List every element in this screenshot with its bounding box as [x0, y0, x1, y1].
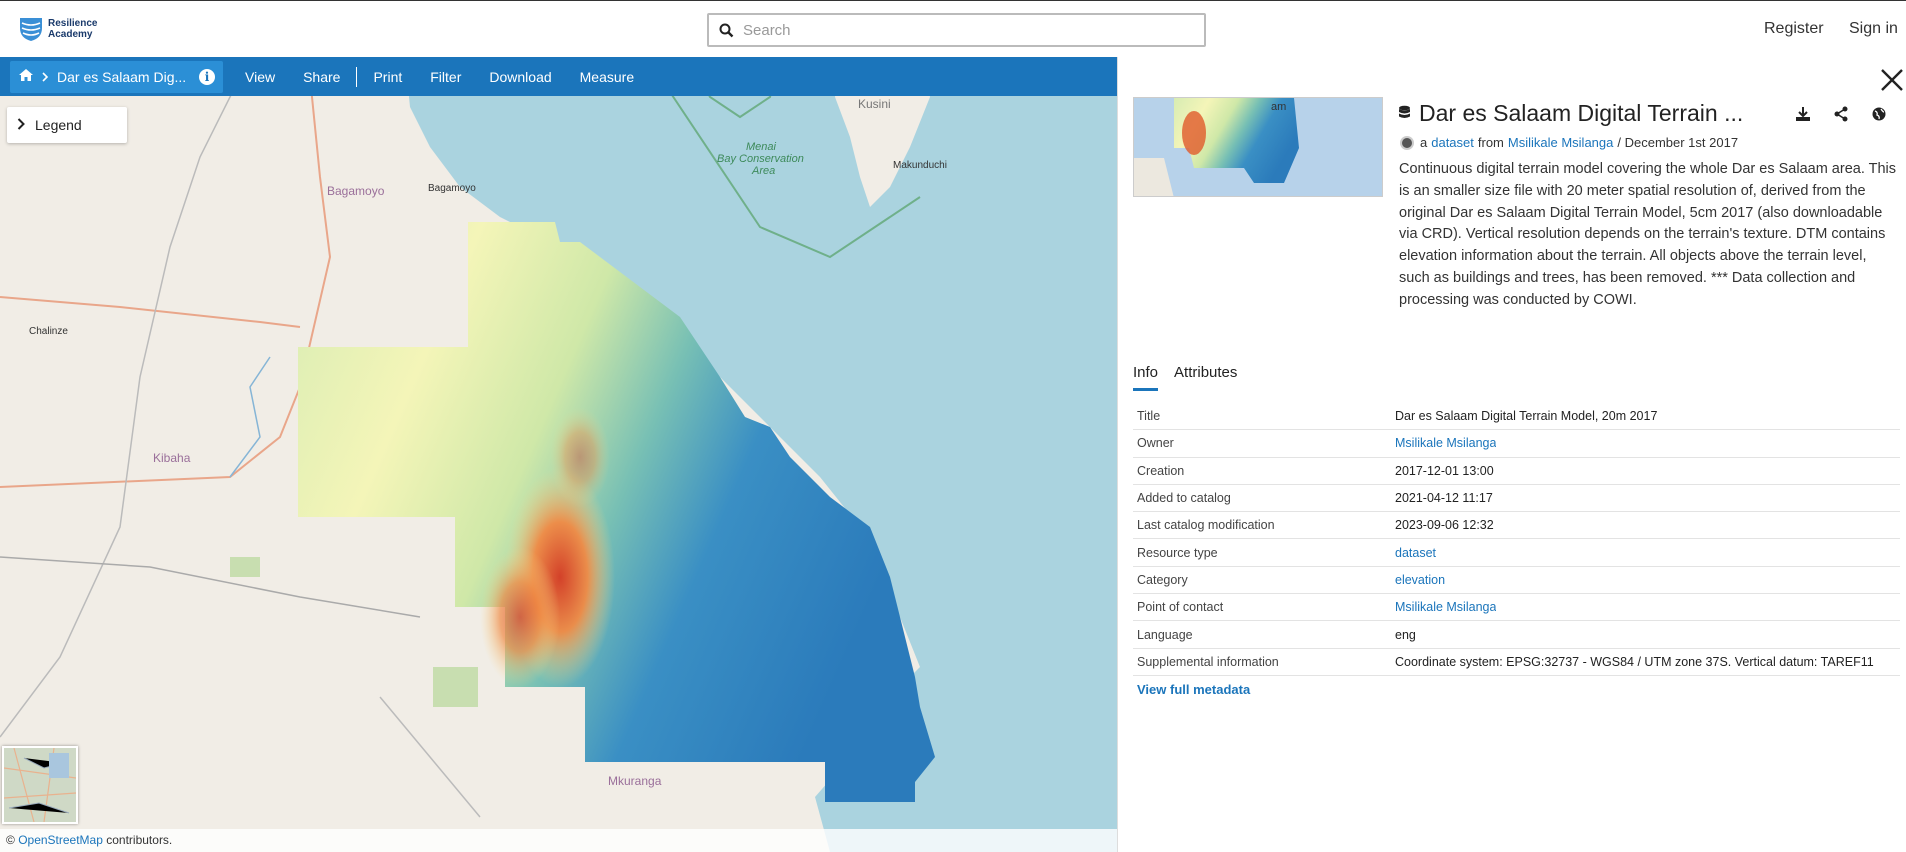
info-key: Owner: [1137, 436, 1174, 451]
info-row: Resource type dataset: [1133, 539, 1900, 567]
thumbnail-label-am: am: [1271, 101, 1287, 113]
map-label-bagamoyo-town: Bagamoyo: [428, 183, 476, 194]
info-key: Last catalog modification: [1137, 518, 1275, 533]
chevron-right-icon: [42, 69, 49, 85]
attribution-suffix: contributors.: [102, 833, 173, 847]
database-icon: [1398, 100, 1411, 127]
map-label-bagamoyo-district: Bagamoyo: [327, 184, 385, 198]
map-label-menai-1: Menai: [746, 141, 776, 153]
info-key: Language: [1137, 627, 1193, 642]
resource-description: Continuous digital terrain model coverin…: [1399, 161, 1897, 308]
info-value[interactable]: dataset: [1395, 546, 1436, 560]
brand-name: Resilience Academy: [48, 18, 108, 40]
breadcrumb-title[interactable]: Dar es Salaam Dig...: [57, 69, 189, 85]
info-row: Last catalog modification 2023-09-06 12:3…: [1133, 512, 1900, 540]
search-box: [707, 13, 1206, 47]
toolbar-share[interactable]: Share: [289, 69, 354, 85]
byline-date: / December 1st 2017: [1617, 135, 1739, 150]
resource-actions: [1795, 106, 1887, 122]
overview-minimap[interactable]: [2, 746, 78, 824]
info-key: Category: [1137, 572, 1188, 587]
tab-attributes[interactable]: Attributes: [1174, 364, 1237, 391]
toolbar-filter[interactable]: Filter: [416, 69, 475, 85]
map-label-menai-2: Bay Conservation: [717, 153, 804, 165]
info-row: Language eng: [1133, 621, 1900, 649]
map-label-kibaha: Kibaha: [153, 451, 191, 465]
toolbar-print[interactable]: Print: [359, 69, 416, 85]
tab-info[interactable]: Info: [1133, 364, 1159, 391]
toolbar-download[interactable]: Download: [475, 69, 565, 85]
sign-in-link[interactable]: Sign in: [1849, 20, 1898, 38]
toolbar-view[interactable]: View: [231, 69, 289, 85]
chevron-right-icon: [17, 117, 25, 133]
brand-logo[interactable]: Resilience Academy: [18, 16, 108, 42]
info-key: Creation: [1137, 463, 1185, 478]
info-value: 2021-04-12 11:17: [1395, 491, 1493, 506]
info-row: Supplemental information Coordinate syste…: [1133, 649, 1900, 676]
info-row: Owner Msilikale Msilanga: [1133, 430, 1900, 458]
info-row: Point of contact Msilikale Msilanga: [1133, 594, 1900, 622]
info-icon[interactable]: i: [199, 68, 215, 85]
detail-tabs: Info Attributes: [1133, 364, 1237, 391]
share-icon[interactable]: [1833, 106, 1849, 122]
toolbar-divider: [356, 66, 358, 87]
info-table: Title Dar es Salaam Digital Terrain Model…: [1133, 403, 1900, 676]
map-label-makunduchi: Makunduchi: [893, 160, 947, 171]
search-icon[interactable]: [709, 15, 743, 45]
info-row: Added to catalog 2021-04-12 11:17: [1133, 485, 1900, 513]
view-full-metadata-link[interactable]: View full metadata: [1137, 682, 1250, 697]
register-link[interactable]: Register: [1764, 20, 1824, 38]
byline-from: from: [1477, 135, 1504, 150]
byline-prefix: a: [1420, 135, 1428, 150]
map-label-menai-3: Area: [752, 165, 776, 177]
info-key: Supplemental information: [1137, 654, 1279, 669]
toolbar-measure[interactable]: Measure: [566, 69, 648, 85]
openstreetmap-link[interactable]: OpenStreetMap: [18, 833, 103, 847]
globe-icon[interactable]: [1871, 106, 1887, 122]
legend-toggle[interactable]: Legend: [7, 107, 127, 143]
close-icon[interactable]: [1880, 66, 1904, 94]
info-value: Coordinate system: EPSG:32737 - WGS84 / …: [1395, 654, 1874, 669]
legend-label: Legend: [35, 117, 82, 133]
info-value: Dar es Salaam Digital Terrain Model, 20m…: [1395, 409, 1658, 424]
resource-title-text: Dar es Salaam Digital Terrain ...: [1419, 100, 1744, 126]
info-row: Title Dar es Salaam Digital Terrain Model…: [1133, 403, 1900, 431]
map-canvas[interactable]: Bagamoyo Bagamoyo Chalinze Kibaha Kusini…: [0, 57, 1117, 852]
info-key: Added to catalog: [1137, 491, 1231, 506]
download-icon[interactable]: [1795, 106, 1811, 122]
info-key: Point of contact: [1137, 600, 1224, 615]
resource-thumbnail: am: [1133, 97, 1383, 197]
resource-title: Dar es Salaam Digital Terrain ...: [1398, 100, 1743, 127]
breadcrumb: Dar es Salaam Dig... i: [10, 60, 223, 93]
info-key: Resource type: [1137, 545, 1218, 560]
brand-name-line1: Resilience: [48, 18, 98, 29]
info-value: eng: [1395, 627, 1416, 642]
info-row: Category elevation: [1133, 567, 1900, 595]
info-value: 2023-09-06 12:32: [1395, 518, 1494, 533]
map-label-mkuranga: Mkuranga: [608, 774, 662, 788]
search-input[interactable]: [743, 21, 1183, 39]
avatar: [1400, 135, 1414, 150]
info-value: 2017-12-01 13:00: [1395, 463, 1494, 478]
brand-name-line2: Academy: [48, 29, 93, 40]
map-label-kusini: Kusini: [858, 97, 891, 111]
home-icon[interactable]: [18, 68, 34, 85]
resource-type-link[interactable]: dataset: [1431, 135, 1474, 150]
info-value[interactable]: Msilikale Msilanga: [1395, 600, 1496, 614]
info-value[interactable]: Msilikale Msilanga: [1395, 436, 1496, 450]
map-label-chalinze: Chalinze: [29, 326, 68, 337]
map-toolbar: Dar es Salaam Dig... i View Share Print …: [0, 57, 1117, 96]
info-key: Title: [1137, 409, 1161, 424]
map-attribution: © OpenStreetMap contributors.: [0, 829, 1117, 852]
logo-icon: [20, 18, 42, 41]
top-header: Resilience Academy Register Sign in: [0, 0, 1906, 57]
attribution-prefix: ©: [6, 833, 19, 847]
resource-byline: a dataset from Msilikale Msilanga / Dece…: [1400, 135, 1738, 150]
owner-link[interactable]: Msilikale Msilanga: [1508, 135, 1613, 150]
info-value[interactable]: elevation: [1395, 573, 1445, 587]
info-row: Creation 2017-12-01 13:00: [1133, 458, 1900, 485]
